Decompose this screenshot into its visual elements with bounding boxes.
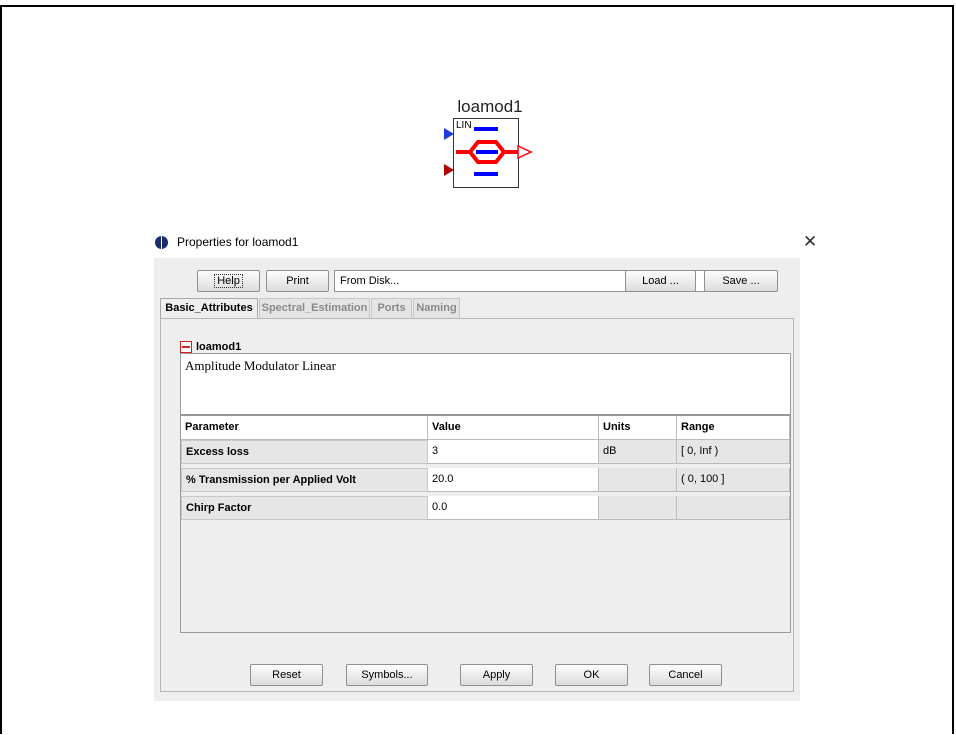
apply-button[interactable]: Apply <box>460 664 533 686</box>
table-row: Excess loss 3 dB [ 0, Inf ) <box>181 440 790 464</box>
reset-button[interactable]: Reset <box>250 664 323 686</box>
parameter-table: Parameter Value Units Range Excess loss … <box>180 415 791 633</box>
component-description: Amplitude Modulator Linear <box>180 353 791 415</box>
parameter-value-input[interactable]: 20.0 <box>428 468 599 492</box>
symbols-button[interactable]: Symbols... <box>346 664 428 686</box>
print-button[interactable]: Print <box>266 270 329 292</box>
tab-basic-attributes[interactable]: Basic_Attributes <box>160 298 258 319</box>
table-row: Chirp Factor 0.0 <box>181 496 790 520</box>
modulator-symbol-icon <box>444 127 533 176</box>
ok-button[interactable]: OK <box>555 664 628 686</box>
parameter-range: ( 0, 100 ] <box>677 468 790 492</box>
parameter-range: [ 0, Inf ) <box>677 440 790 464</box>
cancel-button[interactable]: Cancel <box>649 664 722 686</box>
help-button[interactable]: Help <box>197 270 260 292</box>
help-button-label: Help <box>214 274 243 288</box>
column-header-parameter[interactable]: Parameter <box>181 416 428 440</box>
dialog-title: Properties for loamod1 <box>177 235 299 249</box>
tab-naming[interactable]: Naming <box>413 298 460 318</box>
table-header-row: Parameter Value Units Range <box>181 416 790 440</box>
column-header-value[interactable]: Value <box>428 416 599 440</box>
input-port-2-icon <box>444 164 454 176</box>
save-button[interactable]: Save ... <box>704 270 778 292</box>
source-dropdown-value: From Disk... <box>340 275 400 287</box>
dialog-titlebar: Properties for loamod1 ✕ <box>155 232 820 252</box>
column-header-range[interactable]: Range <box>677 416 790 440</box>
close-icon[interactable]: ✕ <box>803 232 817 252</box>
load-button[interactable]: Load ... <box>625 270 696 292</box>
parameter-units <box>599 468 677 492</box>
input-port-1-icon <box>444 128 454 140</box>
parameter-units <box>599 496 677 520</box>
parameter-value-input[interactable]: 0.0 <box>428 496 599 520</box>
tab-spectral-estimation[interactable]: Spectral_Estimation <box>259 298 370 318</box>
column-header-units[interactable]: Units <box>599 416 677 440</box>
parameter-units: dB <box>599 440 677 464</box>
block-name-label: loamod1 <box>457 97 523 116</box>
parameter-name: Chirp Factor <box>181 496 428 520</box>
component-icon <box>180 341 192 353</box>
parameter-name: % Transmission per Applied Volt <box>181 468 428 492</box>
properties-dialog: Help Print From Disk... ⌄ Load ... Save … <box>154 258 800 701</box>
table-row: % Transmission per Applied Volt 20.0 ( 0… <box>181 468 790 492</box>
app-icon <box>155 236 168 249</box>
parameter-name: Excess loss <box>181 440 428 464</box>
parameter-range <box>677 496 790 520</box>
tab-ports[interactable]: Ports <box>371 298 412 318</box>
parameter-value-input[interactable]: 3 <box>428 440 599 464</box>
